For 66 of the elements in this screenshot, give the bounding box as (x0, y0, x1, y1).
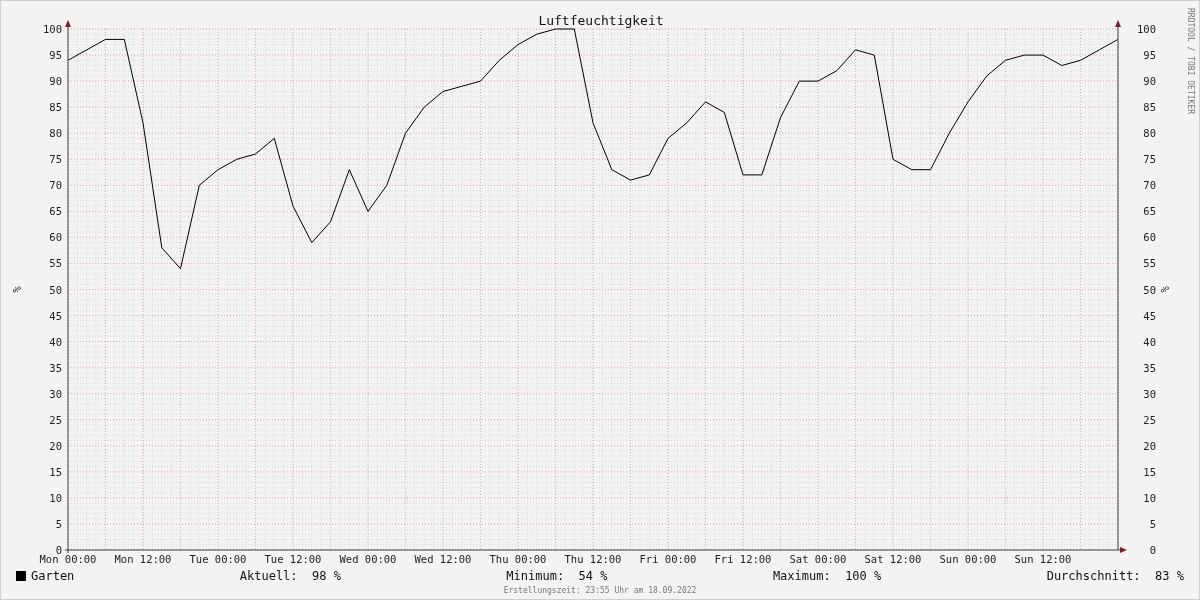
axis-tick-label: 85 (49, 101, 62, 114)
y-axis-label: % (11, 286, 23, 293)
axis-tick-label: 50 (49, 283, 62, 296)
legend-stat: Durchschnitt: 83 % (1046, 569, 1184, 583)
axis-tick-label: 35 (1143, 361, 1156, 374)
axis-tick-label: Sun 00:00 (939, 553, 997, 565)
axis-tick-label: 80 (1143, 127, 1156, 140)
axis-tick-label: 90 (1143, 75, 1156, 88)
axis-tick-label: Wed 00:00 (339, 553, 397, 565)
credit-text: RRDTOOL / TOBI OETIKER (1186, 8, 1195, 114)
axis-tick-label: Sun 12:00 (1014, 553, 1072, 565)
axis-tick-label: 20 (1143, 439, 1156, 452)
axis-tick-label: 60 (49, 231, 62, 244)
axis-tick-label: Tue 12:00 (264, 553, 322, 565)
axis-tick-label: 40 (1143, 335, 1156, 348)
y-axis-label: % (1159, 286, 1171, 293)
axis-tick-label: 95 (1143, 49, 1156, 62)
legend-label: Garten (31, 569, 75, 583)
axis-tick-label: Fri 12:00 (714, 553, 772, 565)
axis-tick-label: 90 (49, 75, 62, 88)
axis-tick-label: 75 (1143, 153, 1156, 166)
axis-tick-label: 65 (1143, 205, 1156, 218)
axis-tick-label: 45 (1143, 309, 1156, 322)
axis-tick-label: 25 (49, 413, 62, 426)
axis-tick-label: Mon 00:00 (39, 553, 97, 565)
axis-tick-label: 70 (49, 179, 62, 192)
axis-tick-label: 15 (1143, 465, 1156, 478)
creation-time: Erstellungszeit: 23:55 Uhr am 18.09.2022 (502, 586, 698, 595)
axis-tick-label: 15 (49, 465, 62, 478)
axis-tick-label: Fri 00:00 (639, 553, 697, 565)
axis-tick-label: 100 (1137, 23, 1156, 35)
axis-tick-label: Mon 12:00 (114, 553, 172, 565)
legend-stat: Minimum: 54 % (506, 569, 608, 583)
axis-tick-label: Sat 00:00 (789, 553, 847, 565)
chart-title: Luftfeuchtigkeit (538, 13, 664, 28)
axis-tick-label: 0 (1149, 544, 1156, 556)
axis-tick-label: 20 (49, 439, 62, 452)
axis-tick-label: 45 (49, 309, 62, 322)
axis-tick-label: 35 (49, 361, 62, 374)
axis-tick-label: 80 (49, 127, 62, 140)
axis-tick-label: 65 (49, 205, 62, 218)
axis-tick-label: 0 (55, 544, 62, 556)
axis-tick-label: 30 (1143, 387, 1156, 400)
axis-tick-label: 70 (1143, 179, 1156, 192)
axis-tick-label: Thu 00:00 (489, 553, 547, 565)
axis-tick-label: 55 (1143, 257, 1156, 270)
axis-tick-label: 40 (49, 335, 62, 348)
axis-tick-label: 100 (43, 23, 62, 35)
axis-tick-label: Thu 12:00 (564, 553, 622, 565)
axis-tick-label: Sat 12:00 (864, 553, 922, 565)
legend-stat: Maximum: 100 % (772, 569, 882, 583)
legend-stat: Aktuell: 98 % (239, 569, 341, 583)
axis-tick-label: 10 (49, 491, 62, 504)
axis-tick-label: 55 (49, 257, 62, 270)
axis-tick-label: Wed 12:00 (414, 553, 472, 565)
axis-tick-label: 85 (1143, 101, 1156, 114)
axis-tick-label: 60 (1143, 231, 1156, 244)
axis-tick-label: Tue 00:00 (189, 553, 247, 565)
axis-tick-label: 75 (49, 153, 62, 166)
axis-tick-label: 95 (49, 49, 62, 62)
axis-tick-label: 50 (1143, 283, 1156, 296)
axis-tick-label: 5 (55, 517, 62, 530)
axis-tick-label: 10 (1143, 491, 1156, 504)
axis-tick-label: 5 (1149, 517, 1156, 530)
axis-tick-label: 30 (49, 387, 62, 400)
axis-tick-label: 25 (1143, 413, 1156, 426)
